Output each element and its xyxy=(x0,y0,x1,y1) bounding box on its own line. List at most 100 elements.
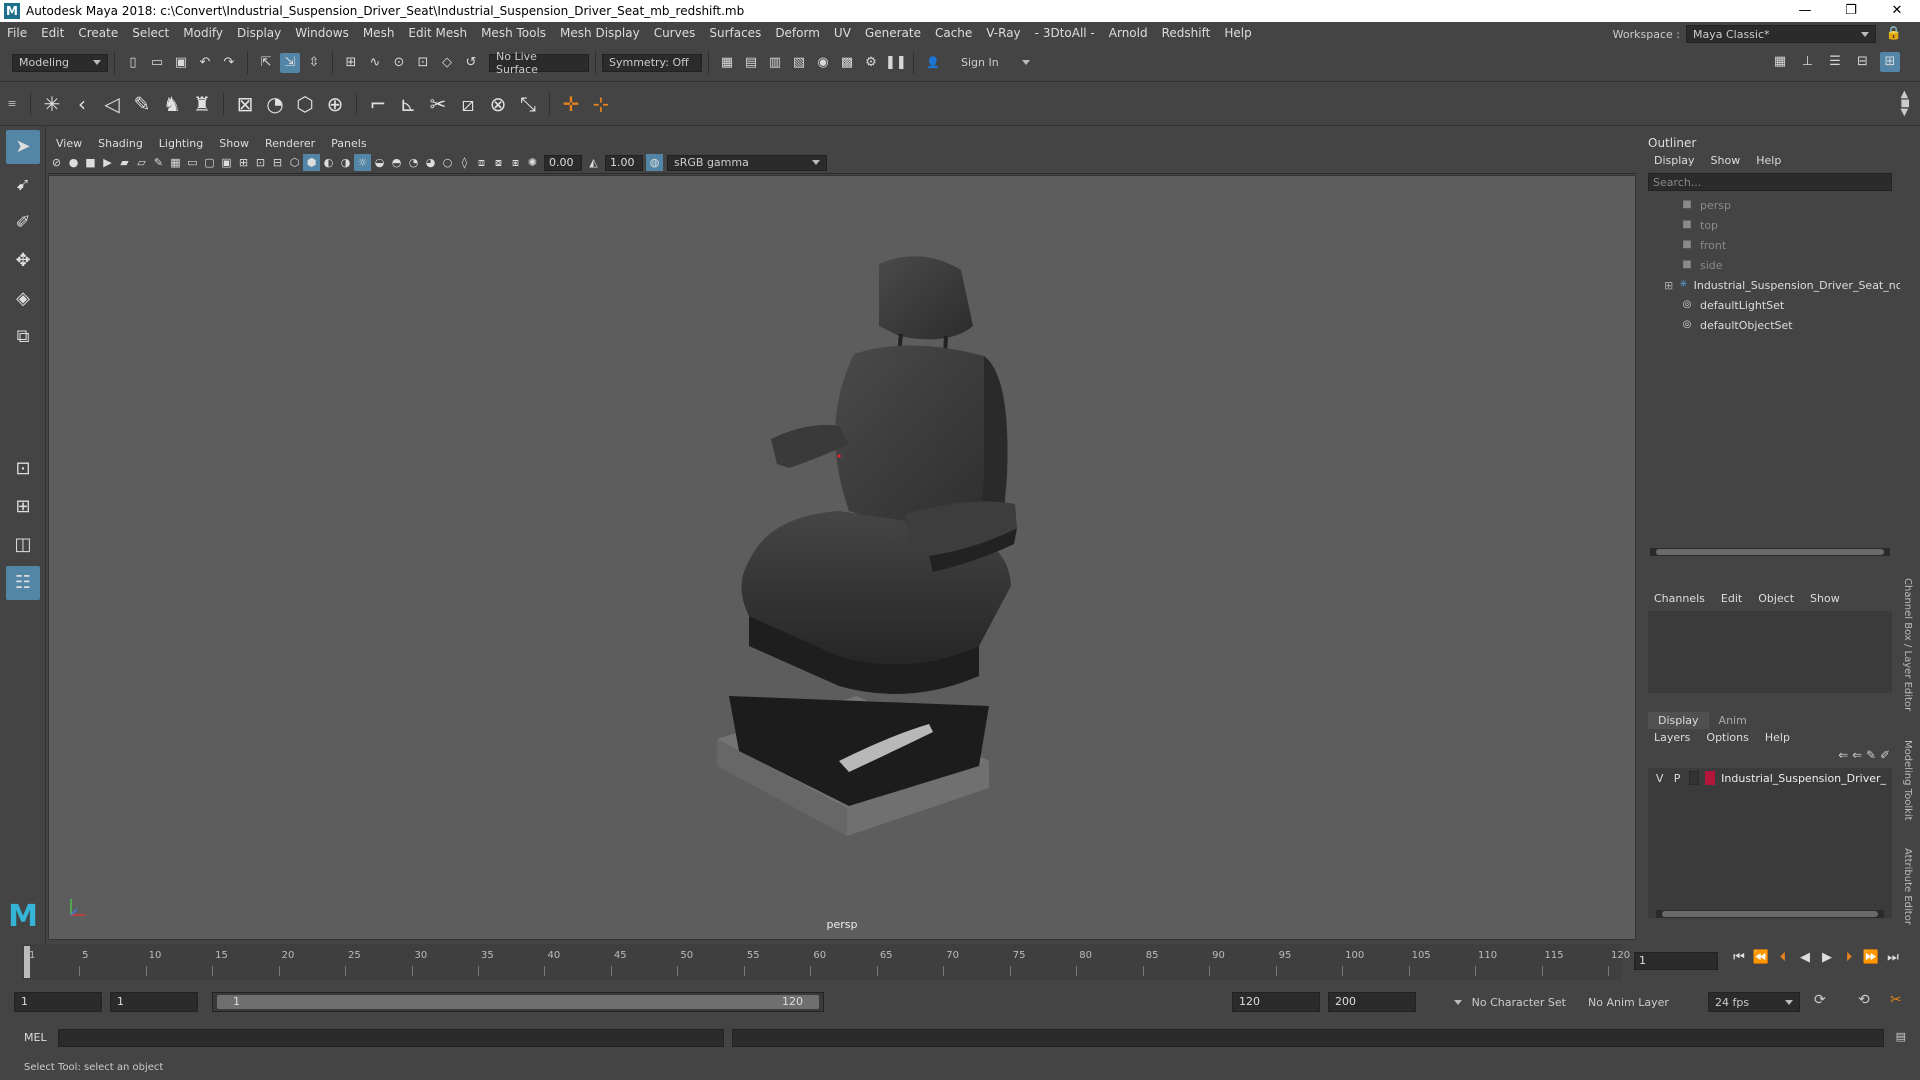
two-d-pan-icon[interactable]: ▱ xyxy=(133,154,150,171)
snap-surface-icon[interactable]: ◇ xyxy=(437,53,457,73)
channels-menu-edit[interactable]: Edit xyxy=(1713,592,1750,605)
new-scene-icon[interactable]: ▯ xyxy=(123,53,143,73)
seat-model[interactable] xyxy=(49,176,1637,941)
character-set-dropdown[interactable]: No Character Set xyxy=(1442,992,1572,1012)
step-back-frame-icon[interactable]: ⏴ xyxy=(1772,950,1794,965)
connect-icon[interactable]: ⤡ xyxy=(513,89,543,119)
outliner-item-side[interactable]: ■ side xyxy=(1642,255,1898,275)
minimize-button[interactable]: — xyxy=(1782,0,1828,22)
menu-cache[interactable]: Cache xyxy=(928,26,979,40)
ipr-render-icon[interactable]: ▥ xyxy=(765,53,785,73)
menu-3dtoall[interactable]: - 3DtoAll - xyxy=(1028,26,1102,40)
expand-icon[interactable]: ⊞ xyxy=(1664,279,1673,292)
playback-start-input[interactable]: 1 xyxy=(110,992,198,1012)
pause-icon[interactable]: ❚❚ xyxy=(885,53,907,73)
outliner-layout-icon[interactable]: ☷ xyxy=(6,566,40,600)
field-chart-icon[interactable]: ⊞ xyxy=(235,154,252,171)
single-view-icon[interactable]: ⊡ xyxy=(6,452,40,486)
render-frame-icon[interactable]: ▤ xyxy=(741,53,761,73)
go-to-start-icon[interactable]: ⏮ xyxy=(1728,950,1750,965)
channels-menu-object[interactable]: Object xyxy=(1750,592,1802,605)
outliner-menu-show[interactable]: Show xyxy=(1703,154,1749,167)
sign-in-button[interactable]: 👤 Sign In xyxy=(920,53,1036,72)
menu-edit[interactable]: Edit xyxy=(34,26,71,40)
channel-box-icon[interactable]: ⊞ xyxy=(1880,52,1900,72)
redshift-ipr-icon[interactable]: ⚙ xyxy=(861,53,881,73)
layers-menu-layers[interactable]: Layers xyxy=(1646,731,1698,744)
two-view-icon[interactable]: ◫ xyxy=(6,528,40,562)
layer-color-swatch[interactable] xyxy=(1705,771,1716,785)
menu-display[interactable]: Display xyxy=(230,26,288,40)
shelf-scroll-down-icon[interactable]: ▼ xyxy=(1901,107,1909,118)
script-language-label[interactable]: MEL xyxy=(24,1031,47,1044)
asterisk-tool-icon[interactable]: ✳ xyxy=(37,89,67,119)
scale-tool-icon[interactable]: ⧉ xyxy=(6,320,40,354)
step-back-key-icon[interactable]: ⏪ xyxy=(1750,950,1772,965)
offset-loop-icon[interactable]: ⊹ xyxy=(586,89,616,119)
angle-tool-icon[interactable]: ◁ xyxy=(97,89,127,119)
depth-of-field-icon[interactable]: ○ xyxy=(439,154,456,171)
mode-dropdown[interactable]: Modeling xyxy=(12,53,108,72)
loop-icon[interactable]: ⟳ xyxy=(1814,992,1826,1008)
menu-mesh-display[interactable]: Mesh Display xyxy=(553,26,647,40)
step-forward-frame-icon[interactable]: ⏵ xyxy=(1838,950,1860,965)
isolate-select-icon[interactable]: ◊ xyxy=(456,154,473,171)
render-settings-icon[interactable]: ▧ xyxy=(789,53,809,73)
outliner-hscrollbar[interactable] xyxy=(1650,548,1890,556)
safe-action-icon[interactable]: ⊡ xyxy=(252,154,269,171)
go-to-end-icon[interactable]: ⏭ xyxy=(1882,950,1904,965)
insert-loop-icon[interactable]: ✛ xyxy=(556,89,586,119)
lasso-tool-icon[interactable]: ➹ xyxy=(6,168,40,202)
move-layer-up-icon[interactable]: ⇐ xyxy=(1838,748,1848,762)
sculpt-icon[interactable]: ◔ xyxy=(260,89,290,119)
wireframe-icon[interactable]: ⬡ xyxy=(286,154,303,171)
film-gate-icon[interactable]: ▭ xyxy=(184,154,201,171)
script-editor-icon[interactable]: ▤ xyxy=(1896,1030,1906,1043)
gamma-input[interactable]: 1.00 xyxy=(605,154,643,171)
move-layer-down-icon[interactable]: ⇐ xyxy=(1852,748,1862,762)
symmetry-dropdown[interactable]: Symmetry: Off xyxy=(602,53,702,72)
snap-live-icon[interactable]: ↺ xyxy=(461,53,481,73)
skeleton-tool-icon[interactable]: ♞ xyxy=(157,89,187,119)
viewport-3d[interactable]: persp xyxy=(48,175,1636,940)
menu-curves[interactable]: Curves xyxy=(647,26,703,40)
menu-redshift[interactable]: Redshift xyxy=(1155,26,1218,40)
shelf-menu-icon[interactable]: ≡ xyxy=(0,97,24,110)
image-plane-icon[interactable]: ▰ xyxy=(116,154,133,171)
screen-space-ao-icon[interactable]: ◓ xyxy=(388,154,405,171)
channels-menu-channels[interactable]: Channels xyxy=(1646,592,1713,605)
outliner-item-top[interactable]: ■ top xyxy=(1642,215,1898,235)
outliner-search-input[interactable]: Search... xyxy=(1648,173,1892,191)
tool-settings-icon[interactable]: ☰ xyxy=(1825,52,1845,72)
hypershade-icon[interactable]: ◉ xyxy=(813,53,833,73)
textured-icon[interactable]: ◑ xyxy=(337,154,354,171)
menu-arnold[interactable]: Arnold xyxy=(1102,26,1155,40)
redshift-render-icon[interactable]: ▩ xyxy=(837,53,857,73)
bend-tool-icon[interactable]: ‹ xyxy=(67,89,97,119)
close-button[interactable]: ✕ xyxy=(1874,0,1920,22)
lock-icon[interactable]: 🔒 xyxy=(1884,24,1904,44)
extrude-icon[interactable]: ⊾ xyxy=(393,89,423,119)
save-scene-icon[interactable]: ▣ xyxy=(171,53,191,73)
bookmark-icon[interactable]: ▶ xyxy=(99,154,116,171)
menu-help[interactable]: Help xyxy=(1217,26,1258,40)
snap-view-icon[interactable]: ⊡ xyxy=(413,53,433,73)
vp-menu-show[interactable]: Show xyxy=(211,137,257,150)
open-scene-icon[interactable]: ▭ xyxy=(147,53,167,73)
select-hierarchy-icon[interactable]: ⇱ xyxy=(256,53,276,73)
layers-menu-help[interactable]: Help xyxy=(1757,731,1798,744)
redo-icon[interactable]: ↷ xyxy=(219,53,239,73)
new-layer-selected-icon[interactable]: ✐ xyxy=(1880,748,1890,762)
play-forwards-icon[interactable]: ▶ xyxy=(1816,950,1838,965)
vp-menu-panels[interactable]: Panels xyxy=(323,137,374,150)
paint-select-tool-icon[interactable]: ✐ xyxy=(6,206,40,240)
grease-pencil-icon[interactable]: ✎ xyxy=(150,154,167,171)
layer-visibility-toggle[interactable]: V xyxy=(1654,772,1665,785)
menu-select[interactable]: Select xyxy=(125,26,176,40)
four-view-icon[interactable]: ⊞ xyxy=(6,490,40,524)
side-tab-channel-box[interactable]: Channel Box / Layer Editor xyxy=(1902,578,1913,711)
snap-curve-icon[interactable]: ∿ xyxy=(365,53,385,73)
maximize-button[interactable]: ❐ xyxy=(1828,0,1874,22)
menu-edit-mesh[interactable]: Edit Mesh xyxy=(401,26,474,40)
play-backwards-icon[interactable]: ◀ xyxy=(1794,950,1816,965)
